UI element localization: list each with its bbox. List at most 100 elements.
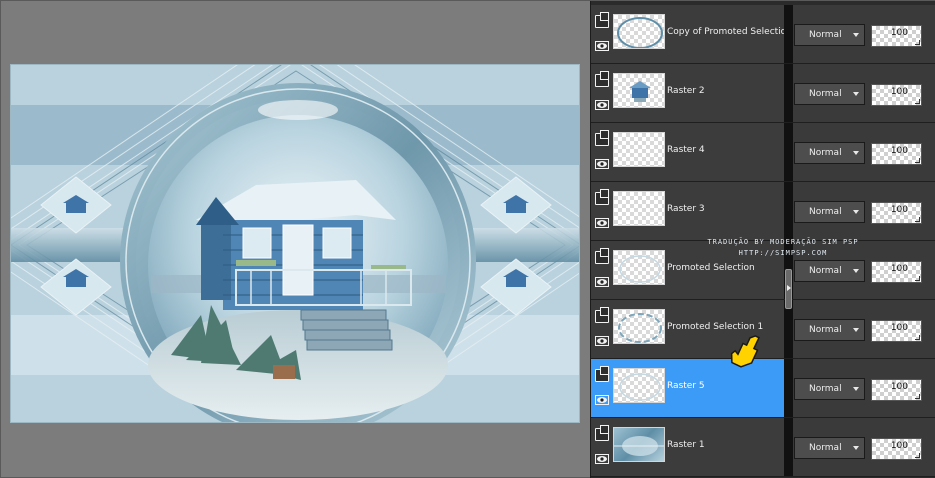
eye-icon[interactable] [595,100,609,110]
blend-mode-dropdown[interactable]: Normal [794,437,865,459]
layer-visibility-icon[interactable] [595,130,609,146]
opacity-field[interactable]: 100 [871,261,922,283]
layer-thumbnail [613,309,665,344]
eye-icon[interactable] [595,277,609,287]
blend-mode-dropdown[interactable]: Normal [794,142,865,164]
panel-divider [784,64,793,122]
opacity-field[interactable]: 100 [871,25,922,47]
artwork-image [11,65,579,422]
layer-thumbnail [613,427,665,462]
blend-mode-value: Normal [809,207,842,217]
watermark-line-1: TRADUÇÃO BY MODERAÇÃO SIM PSP [707,238,859,246]
blend-mode-value: Normal [809,443,842,453]
panel-divider [784,5,793,63]
resize-grip-icon [915,394,920,399]
chevron-down-icon [853,328,859,332]
layer-name: Raster 1 [667,440,705,450]
layer-row-main[interactable]: Raster 2 [591,64,784,122]
resize-grip-icon [915,158,920,163]
layers-palette: Copy of Promoted Selection Normal 100 Ra… [590,1,935,478]
blend-mode-dropdown[interactable]: Normal [794,378,865,400]
blend-mode-dropdown[interactable]: Normal [794,319,865,341]
layer-thumbnail [613,191,665,226]
blend-mode-value: Normal [809,148,842,158]
blend-mode-dropdown[interactable]: Normal [794,260,865,282]
blend-mode-value: Normal [809,384,842,394]
opacity-value: 100 [890,87,908,97]
panel-divider [784,182,793,240]
panel-divider [784,123,793,181]
opacity-field[interactable]: 100 [871,379,922,401]
layer-row[interactable]: Promoted Selection 1 Normal 100 [591,300,935,359]
layer-name: Raster 4 [667,145,705,155]
layer-visibility-icon[interactable] [595,307,609,323]
app-window: Copy of Promoted Selection Normal 100 Ra… [0,0,935,478]
layer-row[interactable]: Copy of Promoted Selection Normal 100 [591,5,935,64]
chevron-down-icon [853,387,859,391]
opacity-field[interactable]: 100 [871,143,922,165]
eye-icon[interactable] [595,218,609,228]
opacity-field[interactable]: 100 [871,438,922,460]
opacity-field[interactable]: 100 [871,320,922,342]
layer-row[interactable]: Raster 3 Normal 100 [591,182,935,241]
layer-visibility-icon[interactable] [595,366,609,382]
layer-visibility-icon[interactable] [595,12,609,28]
layer-row-main[interactable]: Raster 1 [591,418,784,476]
opacity-field[interactable]: 100 [871,202,922,224]
resize-grip-icon [915,453,920,458]
resize-grip-icon [915,99,920,104]
layer-row[interactable]: Raster 1 Normal 100 [591,418,935,477]
opacity-value: 100 [890,146,908,156]
image-canvas[interactable] [10,64,580,423]
blend-mode-value: Normal [809,266,842,276]
opacity-value: 100 [890,264,908,274]
eye-icon[interactable] [595,336,609,346]
layer-name: Promoted Selection 1 [667,322,764,332]
chevron-down-icon [853,269,859,273]
chevron-down-icon [853,446,859,450]
layer-visibility-icon[interactable] [595,425,609,441]
pointing-hand-icon [730,335,760,368]
panel-divider [784,359,793,417]
layer-visibility-icon[interactable] [595,71,609,87]
layer-row[interactable]: Raster 4 Normal 100 [591,123,935,182]
chevron-down-icon [853,210,859,214]
layer-thumbnail [613,250,665,285]
layer-row-main[interactable]: Raster 3 [591,182,784,240]
blend-mode-value: Normal [809,30,842,40]
layer-row[interactable]: Raster 2 Normal 100 [591,64,935,123]
opacity-field[interactable]: 100 [871,84,922,106]
layer-name: Promoted Selection [667,263,755,273]
panel-divider [784,418,793,476]
blend-mode-dropdown[interactable]: Normal [794,201,865,223]
layer-thumbnail [613,73,665,108]
resize-grip-icon [915,40,920,45]
blend-mode-dropdown[interactable]: Normal [794,24,865,46]
resize-grip-icon [915,217,920,222]
opacity-value: 100 [890,382,908,392]
opacity-value: 100 [890,205,908,215]
eye-icon[interactable] [595,159,609,169]
watermark-line-2: HTTP://SIMPSP.COM [738,249,828,257]
layer-thumbnail [613,132,665,167]
eye-icon[interactable] [595,454,609,464]
layer-visibility-icon[interactable] [595,189,609,205]
layer-row[interactable]: Raster 5 Normal 100 [591,359,935,418]
layer-visibility-icon[interactable] [595,248,609,264]
chevron-down-icon [853,92,859,96]
layer-name: Copy of Promoted Selection [667,27,792,37]
watermark-text: TRADUÇÃO BY MODERAÇÃO SIM PSP HTTP://SIM… [693,237,873,259]
eye-icon[interactable] [595,395,609,405]
chevron-down-icon [853,33,859,37]
resize-grip-icon [915,335,920,340]
layer-row-main[interactable]: Raster 4 [591,123,784,181]
opacity-value: 100 [890,441,908,451]
layer-name: Raster 2 [667,86,705,96]
layer-name: Raster 3 [667,204,705,214]
layer-row-main[interactable]: Copy of Promoted Selection [591,5,792,63]
blend-mode-dropdown[interactable]: Normal [794,83,865,105]
panel-collapse-handle[interactable] [785,269,792,309]
layer-thumbnail [613,368,665,403]
blend-mode-value: Normal [809,89,842,99]
eye-icon[interactable] [595,41,609,51]
